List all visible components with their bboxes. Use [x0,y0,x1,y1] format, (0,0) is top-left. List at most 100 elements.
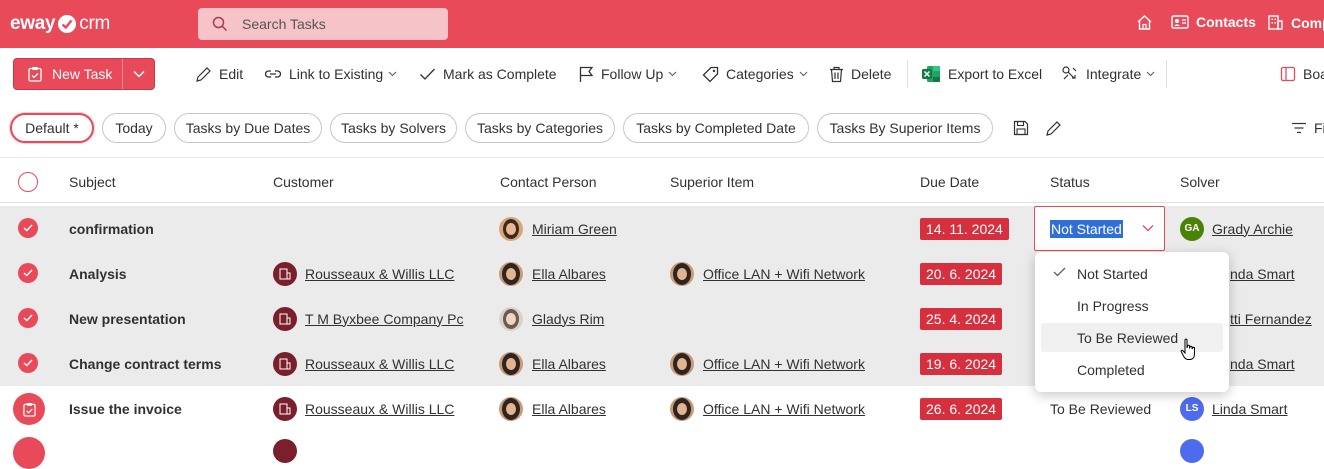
contact-person[interactable]: Miriam Green [499,206,617,251]
integrate-button[interactable]: Integrate [1061,65,1155,83]
nav-contacts[interactable]: Contacts [1171,14,1256,30]
contact-person[interactable]: Ella Albares [499,251,606,296]
nav-home[interactable] [1136,14,1160,31]
customer-link[interactable]: Rousseaux & Willis LLC [305,266,454,282]
status-option-not-started[interactable]: Not Started [1041,259,1223,288]
status-select[interactable]: Not Started [1034,206,1165,251]
solver-link[interactable]: nda Smart [1230,356,1295,372]
task-subject[interactable]: Analysis [69,251,127,296]
board-button[interactable]: Boa [1280,65,1324,83]
integration-icon [1062,66,1077,80]
customer-link[interactable]: Rousseaux & Willis LLC [305,356,454,372]
view-tasks-by-superior-items[interactable]: Tasks By Superior Items [817,113,993,143]
follow-up-button[interactable]: Follow Up [578,65,677,83]
column-due-date[interactable]: Due Date [920,174,979,190]
superior-item[interactable]: Office LAN + Wifi Network [670,386,865,431]
task-icon[interactable] [13,393,45,425]
home-icon [1137,15,1152,30]
row-checkbox[interactable] [18,308,38,328]
search-input[interactable] [242,16,432,32]
app-logo[interactable]: eway crm [10,12,110,36]
view-today[interactable]: Today [102,113,166,143]
delete-button[interactable]: Delete [829,65,891,83]
table-row[interactable]: Issue the invoice Rousseaux & Willis LLC… [0,386,1324,431]
view-default[interactable]: Default * [10,113,94,143]
solver[interactable]: GA Grady Archie [1180,206,1293,251]
contact-person-link[interactable]: Ella Albares [532,401,606,417]
customer[interactable]: Rousseaux & Willis LLC [273,341,454,386]
solver[interactable]: LS Linda Smart [1180,386,1287,431]
customer[interactable]: Rousseaux & Willis LLC [273,251,454,296]
select-all-checkbox[interactable] [18,172,38,192]
contact-person-link[interactable]: Ella Albares [532,356,606,372]
view-superior-label: Tasks By Superior Items [829,120,981,136]
view-tasks-by-categories[interactable]: Tasks by Categories [465,113,615,143]
column-customer[interactable]: Customer [273,174,334,190]
contact-person-link[interactable]: Gladys Rim [532,311,604,327]
task-subject[interactable]: Change contract terms [69,341,221,386]
due-date-badge: 20. 6. 2024 [920,262,1003,285]
save-icon[interactable] [1013,120,1029,136]
task-subject[interactable]: New presentation [69,296,186,341]
categories-button[interactable]: Categories [702,65,808,83]
view-tasks-by-completed-date[interactable]: Tasks by Completed Date [623,113,809,143]
filter-button[interactable]: Fi [1291,119,1324,137]
view-categories-label: Tasks by Categories [476,120,604,136]
edit-button[interactable]: Edit [195,65,243,83]
mark-complete-button[interactable]: Mark as Complete [419,65,557,83]
superior-item[interactable]: Office LAN + Wifi Network [670,341,865,386]
status-option-in-progress[interactable]: In Progress [1041,291,1223,320]
view-tasks-by-due-dates[interactable]: Tasks by Due Dates [174,113,322,143]
pencil-icon[interactable] [1045,120,1062,137]
view-due-label: Tasks by Due Dates [185,120,311,136]
superior-item[interactable]: Office LAN + Wifi Network [670,251,865,296]
superior-item-link[interactable]: Office LAN + Wifi Network [703,356,865,372]
toolbar-divider [907,60,908,88]
command-bar: New Task Edit Link to Existing Mark as C… [0,48,1324,100]
superior-item-link[interactable]: Office LAN + Wifi Network [703,266,865,282]
solver-link[interactable]: Linda Smart [1212,401,1287,417]
superior-item-link[interactable]: Office LAN + Wifi Network [703,401,865,417]
status-value[interactable]: To Be Reviewed [1050,386,1151,431]
row-checkbox[interactable] [18,353,38,373]
contact-person-link[interactable]: Ella Albares [532,266,606,282]
due-date: 25. 4. 2024 [920,296,1003,341]
new-task-dropdown-button[interactable] [123,59,154,89]
link-existing-button[interactable]: Link to Existing [264,65,397,83]
contact-person[interactable]: Gladys Rim [499,296,604,341]
column-superior-item[interactable]: Superior Item [670,174,754,190]
row-checkbox[interactable] [18,218,38,238]
view-tasks-by-solvers[interactable]: Tasks by Solvers [330,113,457,143]
avatar [499,396,523,421]
customer-link[interactable]: T M Byxbee Company Pc [305,311,463,327]
column-status[interactable]: Status [1050,174,1090,190]
solver[interactable]: nda Smart [1230,251,1295,296]
new-task-button[interactable]: New Task [14,59,124,89]
customer-link[interactable]: Rousseaux & Willis LLC [305,401,454,417]
contact-person[interactable]: Ella Albares [499,341,606,386]
column-contact-person[interactable]: Contact Person [500,174,597,190]
status-select-value[interactable]: Not Started [1050,219,1123,238]
task-subject[interactable]: Issue the invoice [69,386,182,431]
clipboard-icon [22,402,36,417]
search-box[interactable] [198,8,448,40]
solver[interactable]: tti Fernandez [1230,296,1312,341]
task-icon[interactable] [13,437,45,469]
solver-link[interactable]: nda Smart [1230,266,1295,282]
export-excel-button[interactable]: Export to Excel [921,65,1042,83]
customer[interactable]: T M Byxbee Company Pc [273,296,463,341]
solver-link[interactable]: Grady Archie [1212,221,1293,237]
row-checkbox[interactable] [18,263,38,283]
column-solver[interactable]: Solver [1180,174,1220,190]
solver-link[interactable]: tti Fernandez [1230,311,1312,327]
solver[interactable]: nda Smart [1230,341,1295,386]
avatar [499,216,523,241]
status-option-label: In Progress [1077,297,1149,314]
contact-person-link[interactable]: Miriam Green [532,221,617,237]
contact-person[interactable]: Ella Albares [499,386,606,431]
task-subject[interactable]: confirmation [69,206,154,251]
customer[interactable]: Rousseaux & Willis LLC [273,386,454,431]
nav-companies[interactable]: Comp [1267,14,1324,31]
column-subject[interactable]: Subject [69,174,116,190]
due-date: 19. 6. 2024 [920,341,1003,386]
